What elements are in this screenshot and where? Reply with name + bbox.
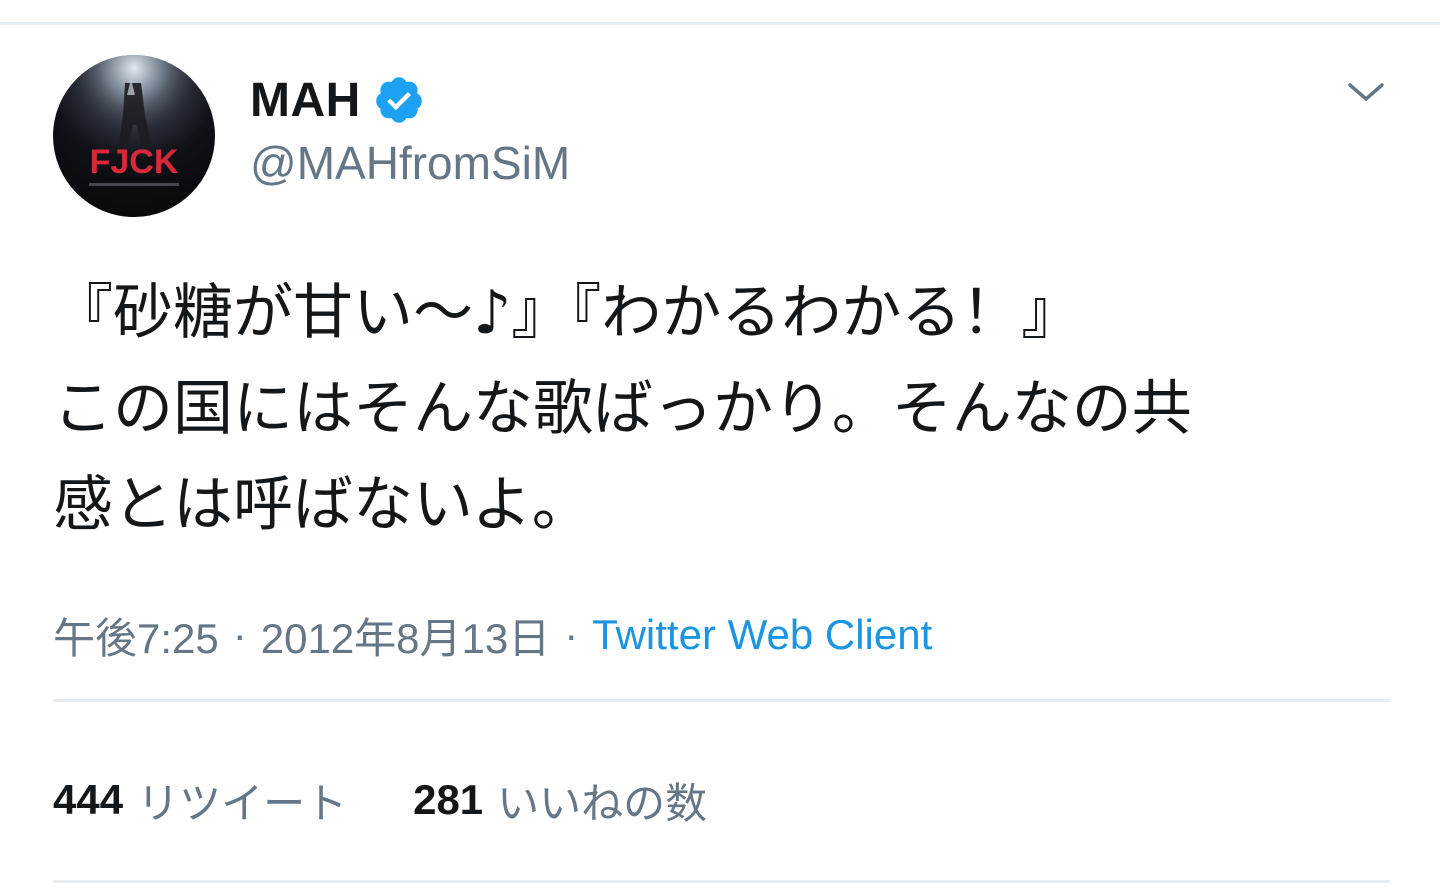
retweets-stat[interactable]: 444 リツイート [53, 770, 347, 831]
chevron-down-icon [1348, 83, 1384, 101]
tweet-stats: 444 リツイート 281 いいねの数 [53, 770, 707, 830]
client-link[interactable]: Twitter Web Client [592, 611, 932, 659]
avatar-text: FJCK [90, 143, 179, 181]
retweets-count: 444 [53, 776, 124, 823]
tweet-metadata: 午後7:25 · 2012年8月13日 · Twitter Web Client [53, 605, 932, 665]
meta-separator: · [232, 611, 247, 658]
likes-label: いいねの数 [497, 779, 708, 827]
top-divider [0, 22, 1440, 25]
avatar-image: FJCK [53, 55, 215, 217]
tweet-date[interactable]: 2012年8月13日 [261, 605, 551, 666]
likes-count: 281 [413, 776, 484, 823]
divider [53, 880, 1390, 883]
tweet-text: 『砂糖が甘い〜♪』『わかるわかる！』 この国にはそんな歌ばっかり。そんなの共 感… [53, 278, 1192, 540]
more-options-button[interactable] [1343, 75, 1389, 109]
meta-separator: · [564, 611, 579, 658]
verified-badge-icon [373, 74, 425, 126]
likes-stat[interactable]: 281 いいねの数 [413, 770, 707, 831]
display-name[interactable]: MAH [250, 73, 361, 128]
divider [53, 699, 1390, 702]
tweet-time[interactable]: 午後7:25 [53, 605, 219, 666]
retweets-label: リツイート [137, 779, 348, 827]
avatar[interactable]: FJCK [53, 55, 215, 217]
user-handle[interactable]: @MAHfromSiM [250, 136, 570, 190]
author-name-row[interactable]: MAH [250, 70, 425, 130]
